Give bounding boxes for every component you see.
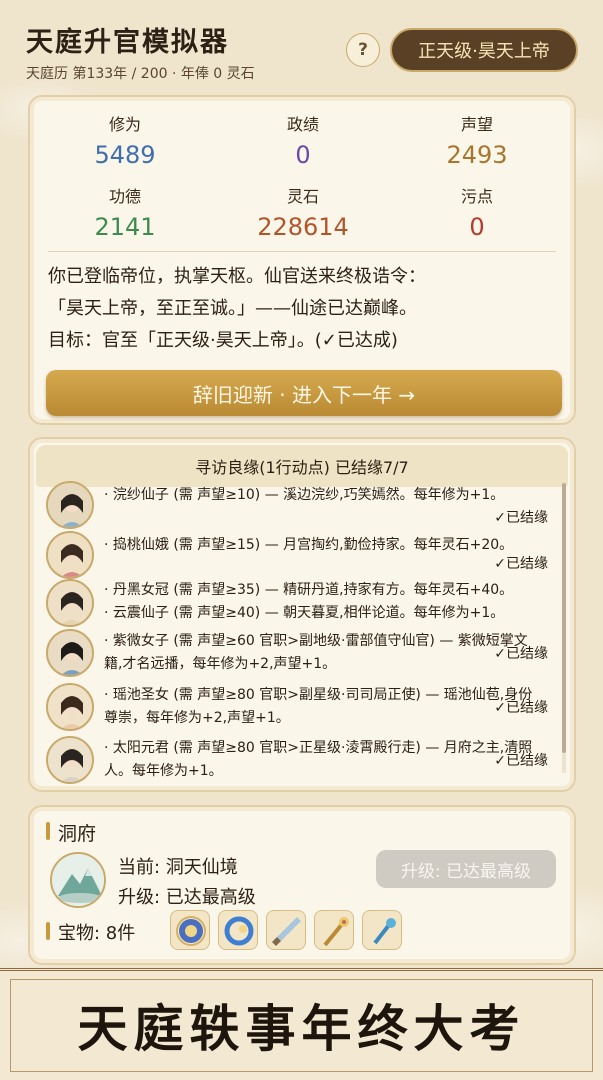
story-line: 目标：官至「正天级·昊天上帝」。(✓已达成) [48, 330, 398, 351]
avatar [46, 683, 94, 731]
dongfu-card: 洞府 当前: 洞天仙境 升级: 已达最高级 升级: 已达最高级 宝物: 8件 [28, 805, 576, 965]
stat-value: 5489 [94, 141, 156, 169]
list-item-text: · 浣纱仙子 (需 声望≥10) — 溪边浣纱,巧笑嫣然。每年修为+1。 [104, 487, 505, 503]
help-button[interactable]: ? [346, 33, 380, 67]
stat-value: 2141 [94, 213, 156, 241]
stat-merit-politics: 政绩 0 [228, 111, 378, 169]
stat-label: 污点 [460, 187, 493, 206]
stat-spirit-stones: 灵石 228614 [228, 183, 378, 241]
dongfu-upgrade-status: 升级: 已达最高级 [118, 887, 256, 908]
list-item-text: · 丹黑女冠 (需 声望≥35) — 精研丹道,持家有方。每年灵石+40。 [104, 582, 514, 598]
status-badge: ✓已结缘 [494, 646, 548, 662]
stat-virtue: 功德 2141 [50, 183, 200, 241]
story-line: 「昊天上帝，至正至诚。」——仙途已达巅峰。 [48, 298, 417, 319]
list-item[interactable]: · 紫微女子 (需 声望≥60 官职>副地级·雷部值守仙官) — 紫微短掌文籍,… [46, 629, 554, 681]
status-badge: ✓已结缘 [494, 753, 548, 769]
status-badge: ✓已结缘 [494, 700, 548, 716]
stat-cultivation: 修为 5489 [50, 111, 200, 169]
mountain-icon [50, 852, 106, 908]
next-year-button[interactable]: 辞旧迎新 · 进入下一年 → [46, 370, 562, 416]
divider [48, 251, 556, 252]
list-item[interactable]: · 捣桃仙娥 (需 声望≥15) — 月宫掏约,勤俭持家。每年灵石+20。 ✓已… [46, 531, 554, 579]
list-item[interactable]: · 丹黑女冠 (需 声望≥35) — 精研丹道,持家有方。每年灵石+40。 · … [46, 579, 554, 627]
treasure-staff-icon[interactable] [314, 910, 354, 950]
stat-value: 0 [469, 213, 485, 241]
scrollbar[interactable] [562, 483, 566, 773]
treasure-label: 宝物: 8件 [46, 919, 135, 945]
treasure-ruyi-icon[interactable] [362, 910, 402, 950]
story-text: 你已登临帝位，执掌天枢。仙官送来终极诰令： 「昊天上帝，至正至诚。」——仙途已达… [48, 261, 560, 357]
list-item-text: · 紫微女子 (需 声望≥60 官职>副地级·雷部值守仙官) — 紫微短掌文籍,… [104, 633, 528, 672]
list-item[interactable]: · 太阳元君 (需 声望≥80 官职>正星级·淩霄殿行走) — 月府之主,清照人… [46, 736, 554, 788]
banner-title: 天庭轶事年终大考 [77, 999, 526, 1058]
status-badge: ✓已结缘 [494, 556, 548, 572]
list-item[interactable]: · 瑶池圣女 (需 声望≥80 官职>副星级·司司局正使) — 瑶池仙苞,身份尊… [46, 683, 554, 735]
avatar [46, 579, 94, 627]
dongfu-current: 当前: 洞天仙境 [118, 857, 238, 878]
bottom-banner: 天庭轶事年终大考 [0, 968, 603, 1080]
avatar [46, 629, 94, 677]
stats-card: 修为 5489 政绩 0 声望 2493 功德 2141 灵石 228614 污… [28, 95, 576, 425]
avatar [46, 481, 94, 529]
stat-label: 修为 [108, 115, 141, 134]
stat-label: 功德 [108, 187, 141, 206]
year-status: 天庭历 第133年 / 200 · 年俸 0 灵石 [26, 66, 255, 82]
rank-badge[interactable]: 正天级·昊天上帝 [390, 28, 578, 72]
stat-stains: 污点 0 [402, 183, 552, 241]
encounters-card: 寻访良缘(1行动点) 已结缘7/7 · 浣纱仙子 (需 声望≥10) — 溪边浣… [28, 437, 576, 792]
list-item-text: · 太阳元君 (需 声望≥80 官职>正星级·淩霄殿行走) — 月府之主,清照人… [104, 740, 533, 779]
stat-label: 声望 [460, 115, 493, 134]
story-line: 你已登临帝位，执掌天枢。仙官送来终极诰令： [48, 266, 426, 287]
list-item-text: · 云震仙子 (需 声望≥40) — 朝天暮夏,相伴论道。每年修为+1。 [104, 605, 505, 621]
treasure-orb-icon[interactable] [170, 910, 210, 950]
status-badge: ✓已结缘 [494, 510, 548, 526]
stat-reputation: 声望 2493 [402, 111, 552, 169]
upgrade-button[interactable]: 升级: 已达最高级 [376, 850, 556, 888]
treasure-ring-icon[interactable] [218, 910, 258, 950]
stat-value: 2493 [446, 141, 508, 169]
list-item[interactable]: · 浣纱仙子 (需 声望≥10) — 溪边浣纱,巧笑嫣然。每年修为+1。 ✓已结… [46, 481, 554, 529]
stat-value: 0 [295, 141, 311, 169]
avatar [46, 736, 94, 784]
list-item-text: · 捣桃仙娥 (需 声望≥15) — 月宫掏约,勤俭持家。每年灵石+20。 [104, 537, 514, 553]
stat-value: 228614 [257, 213, 349, 241]
treasure-sword-icon[interactable] [266, 910, 306, 950]
stat-label: 灵石 [286, 187, 319, 206]
stat-label: 政绩 [286, 115, 319, 134]
list-item-text: · 瑶池圣女 (需 声望≥80 官职>副星级·司司局正使) — 瑶池仙苞,身份尊… [104, 687, 533, 726]
scrollbar-thumb[interactable] [562, 483, 566, 753]
app-title: 天庭升官模拟器 [26, 27, 229, 58]
section-title: 洞府 [46, 819, 96, 846]
avatar [46, 531, 94, 579]
